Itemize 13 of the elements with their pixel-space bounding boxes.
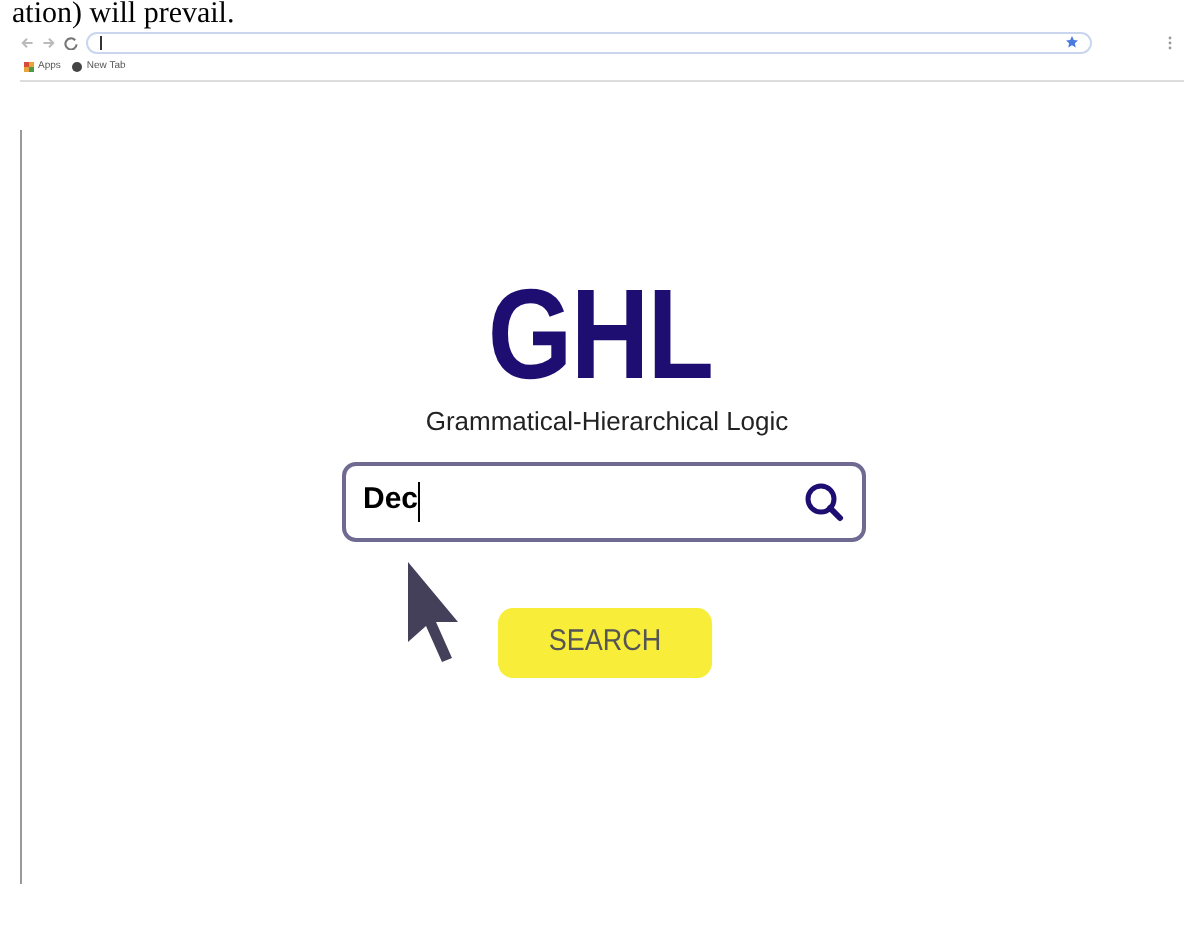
search-button[interactable]: SEARCH	[497, 607, 713, 677]
logo-title: GHL	[488, 274, 714, 394]
forward-arrow-icon[interactable]	[42, 35, 56, 49]
star-icon[interactable]	[1066, 36, 1078, 48]
grid-icon	[24, 61, 34, 71]
reload-icon[interactable]	[64, 35, 78, 49]
document-text: ation) will prevail.	[10, 0, 235, 30]
mouse-pointer-icon	[404, 562, 460, 662]
search-icon[interactable]	[803, 481, 843, 521]
search-value: Dec	[363, 480, 419, 521]
logo-subtitle: Grammatical-Hierarchical Logic	[425, 404, 789, 440]
search-field[interactable]: Dec	[341, 461, 865, 541]
back-arrow-icon[interactable]	[20, 35, 34, 49]
